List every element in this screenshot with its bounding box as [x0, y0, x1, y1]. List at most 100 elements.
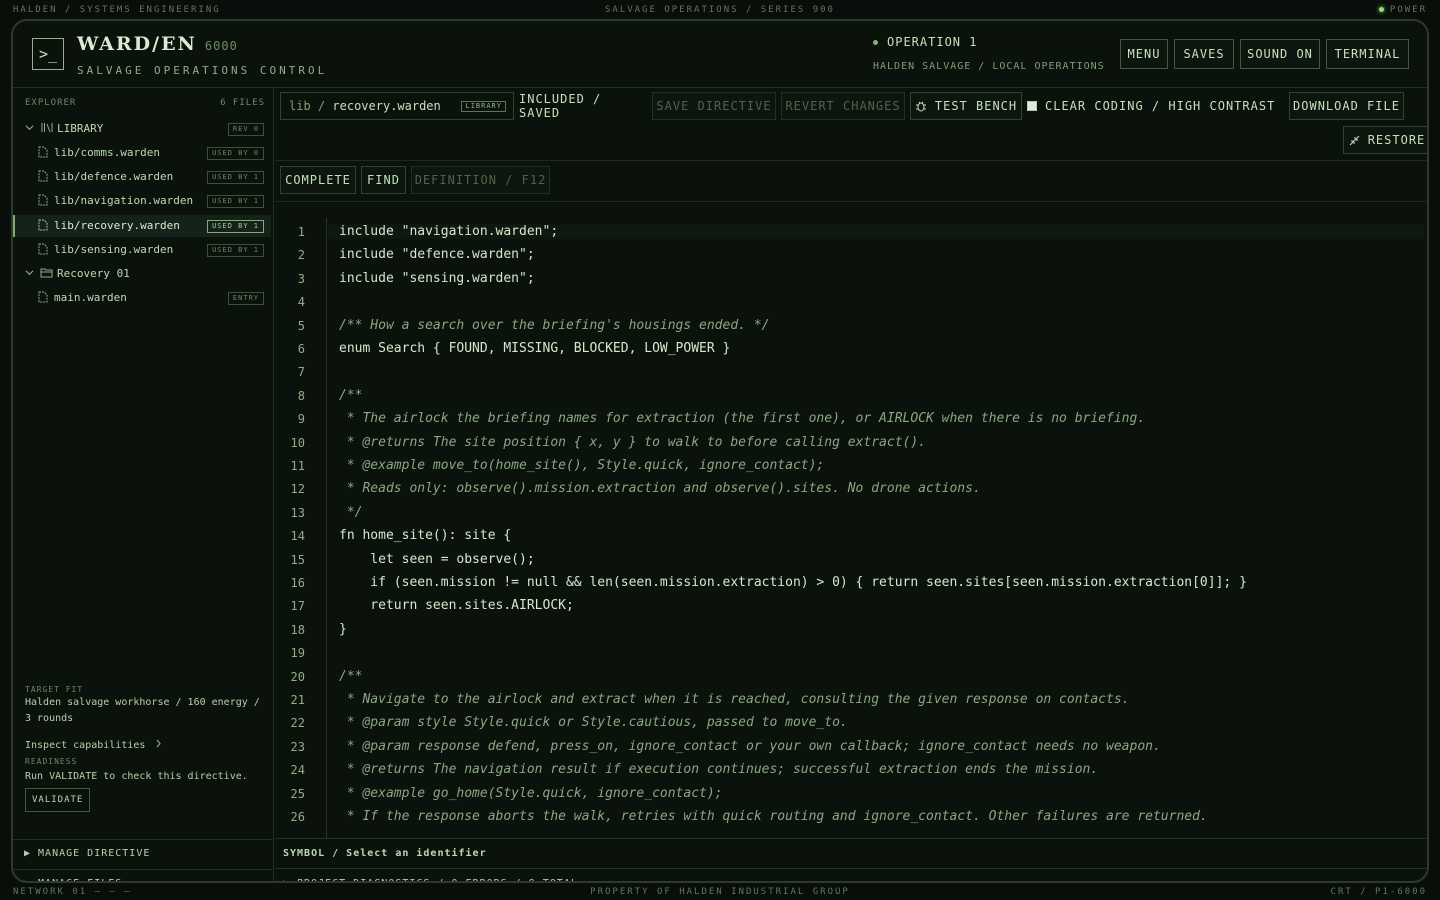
- line-number: 22: [290, 716, 305, 731]
- line-number: 5: [297, 318, 305, 333]
- code-line[interactable]: */: [339, 505, 363, 520]
- code-line[interactable]: * @returns The navigation result if exec…: [339, 762, 1098, 777]
- checkbox-icon[interactable]: [1027, 101, 1037, 111]
- code-line[interactable]: * @example move_to(home_site(), Style.qu…: [339, 458, 824, 473]
- operation-info: OPERATION 1 HALDEN SALVAGE / LOCAL OPERA…: [873, 35, 1105, 72]
- line-number: 7: [297, 365, 305, 380]
- tree-file-main[interactable]: main.warden ENTRY: [13, 287, 271, 309]
- brand-name: WARD/EN: [77, 33, 197, 55]
- code-line[interactable]: * Navigate to the airlock and extract wh…: [339, 692, 1130, 707]
- inspect-capabilities-label: Inspect capabilities: [25, 740, 146, 751]
- download-file-button[interactable]: DOWNLOAD FILE: [1289, 92, 1404, 120]
- restore-button[interactable]: RESTORE: [1343, 126, 1427, 154]
- line-number: 3: [297, 271, 305, 286]
- code-line[interactable]: * @param response defend, press_on, igno…: [339, 739, 1161, 754]
- file-code-icon: [37, 219, 48, 234]
- operation-subtitle: HALDEN SALVAGE / LOCAL OPERATIONS: [873, 61, 1105, 72]
- saves-button[interactable]: SAVES: [1174, 39, 1234, 69]
- tree-file-navigation[interactable]: lib/navigation.warden USED BY 1: [13, 190, 271, 212]
- terminal-button[interactable]: TERMINAL: [1326, 39, 1409, 69]
- terminal-prompt-icon: >_: [32, 38, 64, 70]
- find-button[interactable]: FIND: [361, 166, 406, 194]
- tree-file-label: lib/comms.warden: [54, 146, 160, 159]
- code-line[interactable]: * @example go_home(Style.quick, ignore_c…: [339, 786, 723, 801]
- sound-toggle-button[interactable]: SOUND ON: [1240, 39, 1320, 69]
- code-line[interactable]: * If the response aborts the walk, retri…: [339, 809, 1208, 824]
- code-line[interactable]: fn home_site(): site {: [339, 528, 511, 543]
- line-number: 9: [297, 412, 305, 427]
- power-led-icon: [1378, 7, 1384, 12]
- code-line[interactable]: include "navigation.warden";: [328, 224, 1424, 239]
- line-number: 23: [290, 739, 305, 754]
- line-number: 13: [290, 505, 305, 520]
- target-fit-panel: TARGET FIT Halden salvage workhorse / 16…: [25, 684, 265, 812]
- go-to-definition-button[interactable]: DEFINITION / F12: [411, 166, 550, 194]
- chevron-right-icon: [155, 739, 162, 751]
- line-number: 20: [290, 669, 305, 684]
- save-directive-button[interactable]: SAVE DIRECTIVE: [652, 92, 776, 120]
- code-line[interactable]: /**: [339, 388, 362, 403]
- brand: WARD/EN 6000 SALVAGE OPERATIONS CONTROL: [77, 33, 327, 77]
- code-line[interactable]: /**: [339, 669, 362, 684]
- code-line[interactable]: }: [339, 622, 347, 637]
- line-number: 8: [297, 388, 305, 403]
- line-number: 10: [290, 435, 305, 450]
- revision-badge: REV 0: [227, 123, 264, 136]
- tree-file-sensing[interactable]: lib/sensing.warden USED BY 1: [13, 239, 271, 261]
- manage-files-section[interactable]: ▶ MANAGE FILES: [13, 869, 272, 881]
- code-editor[interactable]: 1 2 3 4 5 6 7 8 9 10 11 12 13 14 15 16 17 18 19 20 21 22 23 24 2…: [275, 218, 1427, 838]
- crt-frame: >_ WARD/EN 6000 SALVAGE OPERATIONS CONTRO…: [11, 19, 1429, 883]
- clear-coding-toggle[interactable]: CLEAR CODING / HIGH CONTRAST: [1026, 92, 1284, 120]
- code-line[interactable]: include "defence.warden";: [339, 247, 535, 262]
- app-header: >_ WARD/EN 6000 SALVAGE OPERATIONS CONTRO…: [13, 21, 1427, 88]
- line-number: 17: [290, 599, 305, 614]
- code-line[interactable]: include "sensing.warden";: [339, 271, 535, 286]
- line-number: 6: [297, 342, 305, 356]
- revert-changes-button[interactable]: REVERT CHANGES: [781, 92, 905, 120]
- toolbar-divider: [275, 160, 1427, 161]
- tree-file-label: lib/navigation.warden: [54, 194, 194, 207]
- code-line[interactable]: enum Search { FOUND, MISSING, BLOCKED, L…: [339, 341, 730, 356]
- code-line[interactable]: if (seen.mission != null && len(seen.mis…: [339, 575, 1247, 590]
- active-file-chip: lib / recovery.warden LIBRARY: [280, 92, 514, 120]
- tree-folder-recovery[interactable]: Recovery 01: [13, 263, 271, 285]
- code-line[interactable]: * @returns The site position { x, y } to…: [339, 435, 926, 450]
- line-number: 12: [290, 482, 305, 497]
- tree-folder-label: Recovery 01: [57, 267, 130, 280]
- library-tag: LIBRARY: [461, 101, 506, 112]
- test-bench-button[interactable]: TEST BENCH: [910, 92, 1022, 120]
- tree-file-defence[interactable]: lib/defence.warden USED BY 1: [13, 166, 271, 188]
- project-diagnostics-section[interactable]: ▶ PROJECT DIAGNOSTICS / 0 ERRORS / 9 TOT…: [275, 868, 1427, 881]
- explorer-title: EXPLORER: [25, 98, 77, 108]
- manage-directive-section[interactable]: ▶ MANAGE DIRECTIVE: [13, 839, 272, 867]
- used-by-badge: USED BY 1: [207, 195, 264, 208]
- line-number: 2: [297, 248, 305, 263]
- complete-button[interactable]: COMPLETE: [280, 166, 356, 194]
- line-number: 26: [290, 810, 305, 824]
- tree-folder-library[interactable]: LIBRARY REV 0: [13, 118, 271, 140]
- series-label: SALVAGE OPERATIONS / SERIES 900: [605, 5, 835, 15]
- line-number: 18: [290, 622, 305, 637]
- test-bench-label: TEST BENCH: [934, 99, 1018, 113]
- inspect-capabilities-link[interactable]: Inspect capabilities: [25, 738, 265, 754]
- tree-file-comms[interactable]: lib/comms.warden USED BY 0: [13, 142, 271, 164]
- line-number: 14: [290, 529, 305, 544]
- tree-file-label: lib/recovery.warden: [54, 219, 180, 232]
- file-path-sep: /: [317, 99, 326, 113]
- line-number: 11: [290, 459, 305, 473]
- code-line[interactable]: /** How a search over the briefing's hou…: [339, 318, 769, 333]
- file-code-icon: [37, 194, 48, 209]
- code-line[interactable]: return seen.sites.AIRLOCK;: [339, 598, 574, 613]
- validate-button[interactable]: VALIDATE: [25, 788, 91, 812]
- code-line[interactable]: * @param style Style.quick or Style.caut…: [339, 715, 848, 730]
- code-line[interactable]: * Reads only: observe().mission.extracti…: [339, 481, 981, 496]
- code-line[interactable]: * The airlock the briefing names for ext…: [339, 411, 1145, 426]
- tree-file-recovery[interactable]: lib/recovery.warden USED BY 1: [13, 215, 271, 237]
- chevron-down-icon: [25, 267, 34, 280]
- entry-badge: ENTRY: [227, 292, 264, 305]
- collapse-icon: [1349, 135, 1360, 146]
- menu-button[interactable]: MENU: [1120, 39, 1168, 69]
- used-by-badge: USED BY 1: [207, 171, 264, 184]
- code-line[interactable]: let seen = observe();: [339, 552, 534, 567]
- file-code-icon: [37, 146, 48, 161]
